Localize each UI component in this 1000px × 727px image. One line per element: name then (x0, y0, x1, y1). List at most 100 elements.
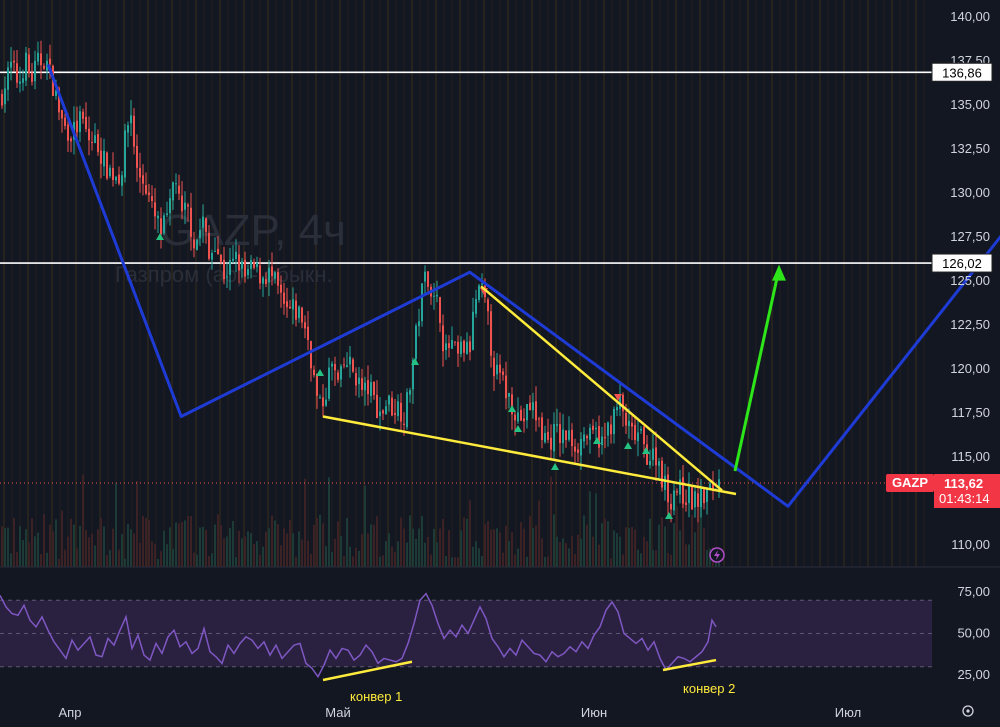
candle-body[interactable] (394, 413, 396, 415)
candle-body[interactable] (685, 502, 687, 505)
candle-body[interactable] (109, 167, 111, 177)
candle-body[interactable] (7, 67, 9, 90)
candle-body[interactable] (679, 479, 681, 495)
candle-body[interactable] (574, 446, 576, 452)
candle-body[interactable] (196, 239, 198, 250)
candle-body[interactable] (331, 363, 333, 367)
candle-body[interactable] (289, 306, 291, 309)
candle-body[interactable] (448, 343, 450, 348)
candle-body[interactable] (349, 356, 351, 365)
candle-body[interactable] (355, 373, 357, 386)
candle-body[interactable] (442, 325, 444, 352)
candle-body[interactable] (424, 271, 426, 282)
candle-body[interactable] (625, 412, 627, 426)
candle-body[interactable] (499, 364, 501, 373)
candle-body[interactable] (640, 428, 642, 431)
wedge-upper-line[interactable] (480, 285, 723, 492)
candle-body[interactable] (676, 491, 678, 493)
candle-body[interactable] (697, 493, 699, 507)
candle-body[interactable] (328, 367, 330, 399)
candle-body[interactable] (472, 311, 474, 350)
candle-body[interactable] (208, 232, 210, 259)
candle-body[interactable] (184, 202, 186, 210)
candle-body[interactable] (271, 266, 273, 277)
candle-body[interactable] (238, 254, 240, 271)
candle-body[interactable] (346, 365, 348, 367)
candle-body[interactable] (64, 117, 66, 126)
candle-body[interactable] (520, 409, 522, 421)
candle-body[interactable] (502, 371, 504, 375)
candle-body[interactable] (319, 397, 321, 399)
candle-body[interactable] (283, 292, 285, 304)
candle-body[interactable] (544, 432, 546, 443)
candle-body[interactable] (49, 58, 51, 65)
wedge-lower-line[interactable] (322, 415, 737, 496)
candle-body[interactable] (34, 60, 36, 82)
candle-body[interactable] (694, 491, 696, 508)
candle-body[interactable] (370, 382, 372, 396)
candle-body[interactable] (199, 230, 201, 239)
candle-body[interactable] (205, 218, 207, 233)
candle-body[interactable] (580, 438, 582, 456)
candle-body[interactable] (682, 477, 684, 504)
candle-body[interactable] (310, 341, 312, 369)
candle-body[interactable] (79, 111, 81, 133)
candle-body[interactable] (658, 461, 660, 466)
candle-body[interactable] (277, 272, 279, 286)
candle-body[interactable] (664, 475, 666, 491)
candle-body[interactable] (70, 138, 72, 142)
candle-body[interactable] (217, 248, 219, 255)
candle-body[interactable] (88, 128, 90, 141)
candle-body[interactable] (259, 265, 261, 284)
candle-body[interactable] (202, 216, 204, 228)
candle-body[interactable] (454, 341, 456, 343)
candle-body[interactable] (361, 378, 363, 390)
candle-body[interactable] (475, 299, 477, 314)
candle-body[interactable] (373, 381, 375, 396)
candle-body[interactable] (316, 373, 318, 396)
candle-body[interactable] (286, 301, 288, 308)
candle-body[interactable] (1, 93, 3, 106)
candle-body[interactable] (301, 307, 303, 323)
candle-body[interactable] (613, 408, 615, 435)
candle-body[interactable] (253, 261, 255, 268)
candle-body[interactable] (439, 297, 441, 323)
candle-body[interactable] (604, 437, 606, 439)
candle-body[interactable] (85, 116, 87, 130)
candle-body[interactable] (505, 375, 507, 399)
settings-icon[interactable] (962, 705, 974, 717)
candle-body[interactable] (292, 299, 294, 310)
candle-body[interactable] (556, 424, 558, 426)
candle-body[interactable] (220, 254, 222, 262)
candle-body[interactable] (487, 299, 489, 312)
candle-body[interactable] (142, 175, 144, 184)
candle-body[interactable] (154, 202, 156, 217)
candle-body[interactable] (535, 401, 537, 421)
candle-body[interactable] (400, 402, 402, 422)
candle-body[interactable] (82, 111, 84, 119)
candle-body[interactable] (325, 399, 327, 406)
candle-body[interactable] (40, 53, 42, 66)
candle-body[interactable] (436, 295, 438, 297)
candle-body[interactable] (235, 251, 237, 259)
candle-body[interactable] (232, 258, 234, 261)
candle-body[interactable] (4, 88, 6, 105)
candle-body[interactable] (121, 175, 123, 186)
candle-body[interactable] (139, 167, 141, 178)
candle-body[interactable] (127, 125, 129, 133)
candle-body[interactable] (244, 259, 246, 277)
candle-body[interactable] (229, 259, 231, 275)
candle-body[interactable] (340, 366, 342, 380)
candle-body[interactable] (595, 427, 597, 430)
candle-body[interactable] (457, 341, 459, 354)
candle-body[interactable] (634, 424, 636, 441)
candle-body[interactable] (532, 402, 534, 411)
candle-body[interactable] (265, 279, 267, 284)
candle-body[interactable] (247, 269, 249, 276)
candle-body[interactable] (571, 429, 573, 447)
candle-body[interactable] (10, 61, 12, 68)
candle-body[interactable] (262, 277, 264, 284)
candle-body[interactable] (337, 372, 339, 380)
candle-body[interactable] (343, 364, 345, 366)
candle-body[interactable] (37, 52, 39, 62)
